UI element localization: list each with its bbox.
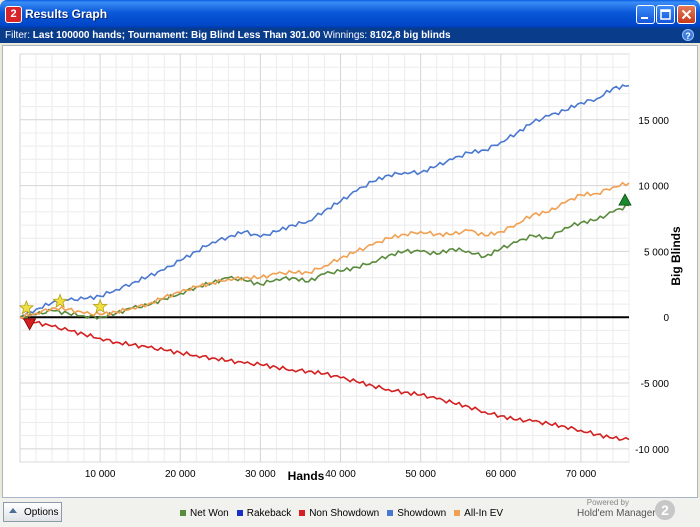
filter-hands: Last 100000 hands;: [32, 30, 126, 41]
maximize-button[interactable]: [656, 5, 675, 24]
x-tick-label: 30 000: [245, 469, 276, 480]
winnings-label: Winnings:: [323, 30, 368, 41]
minimize-icon: [641, 17, 648, 19]
y-tick-label: 10 000: [638, 182, 669, 193]
title-bar[interactable]: 2 Results Graph: [0, 0, 700, 28]
x-axis-label: Hands: [288, 469, 325, 483]
options-button[interactable]: Options: [3, 502, 62, 522]
filter-text: Filter: Last 100000 hands; Tournament: B…: [5, 28, 451, 43]
legend-label: Rakeback: [246, 507, 292, 519]
legend-swatch: [454, 510, 461, 516]
x-tick-label: 70 000: [566, 469, 597, 480]
options-label: Options: [24, 507, 59, 518]
filter-label: Filter:: [5, 30, 30, 41]
y-tick-label: -10 000: [635, 445, 669, 456]
x-tick-label: 10 000: [85, 469, 116, 480]
y-tick-label: 0: [663, 313, 669, 324]
close-icon: [681, 9, 692, 20]
legend-item-net-won[interactable]: Net Won: [180, 507, 229, 519]
chart-svg: 10 000 20 000 30 000 40 000 50 000 60 000 70 0…: [18, 53, 683, 483]
legend-label: Showdown: [397, 507, 447, 519]
y-tick-label: -5 000: [641, 379, 670, 390]
x-tick-label: 20 000: [165, 469, 196, 480]
bottom-bar: Options Net Won Rakeback Non Showdown Sh…: [0, 498, 700, 527]
chart-legend: Net Won Rakeback Non Showdown Showdown A…: [180, 507, 503, 519]
chevron-up-icon: [9, 508, 17, 513]
legend-swatch: [180, 510, 186, 516]
powered-by-text: Powered by: [586, 498, 629, 507]
legend-label: Net Won: [190, 507, 229, 519]
maximize-icon: [660, 9, 671, 20]
legend-swatch: [299, 510, 306, 516]
hm2-logo: 2: [655, 500, 675, 520]
brand-name: Hold'em Manager: [577, 508, 656, 519]
y-tick-label: 5 000: [644, 247, 669, 258]
app-icon: 2: [5, 6, 22, 23]
filter-bar: Filter: Last 100000 hands; Tournament: B…: [0, 28, 700, 43]
results-chart: 10 000 20 000 30 000 40 000 50 000 60 000 70 0…: [2, 45, 698, 498]
x-tick-label: 60 000: [485, 469, 516, 480]
window-title: Results Graph: [25, 7, 108, 21]
legend-label: Non Showdown: [309, 507, 380, 519]
legend-swatch: [236, 510, 243, 516]
close-button[interactable]: [677, 5, 696, 24]
help-icon[interactable]: ?: [682, 29, 694, 41]
x-tick-label: 50 000: [405, 469, 436, 480]
legend-label: All-In EV: [464, 507, 504, 519]
winnings-value: 8102,8 big blinds: [369, 30, 451, 41]
legend-item-rakeback[interactable]: Rakeback: [236, 507, 292, 519]
y-tick-label: 15 000: [638, 116, 669, 127]
chart-grid: [19, 53, 630, 463]
legend-item-non-showdown[interactable]: Non Showdown: [299, 507, 379, 519]
x-tick-label: 40 000: [325, 469, 356, 480]
y-axis-label: Big Blinds: [669, 226, 683, 286]
legend-item-showdown[interactable]: Showdown: [387, 507, 446, 519]
legend-swatch: [387, 510, 394, 516]
legend-item-all-in-ev[interactable]: All-In EV: [454, 507, 503, 519]
filter-tournament: Tournament: Big Blind Less Than 301.00: [127, 30, 321, 41]
minimize-button[interactable]: [636, 5, 655, 24]
